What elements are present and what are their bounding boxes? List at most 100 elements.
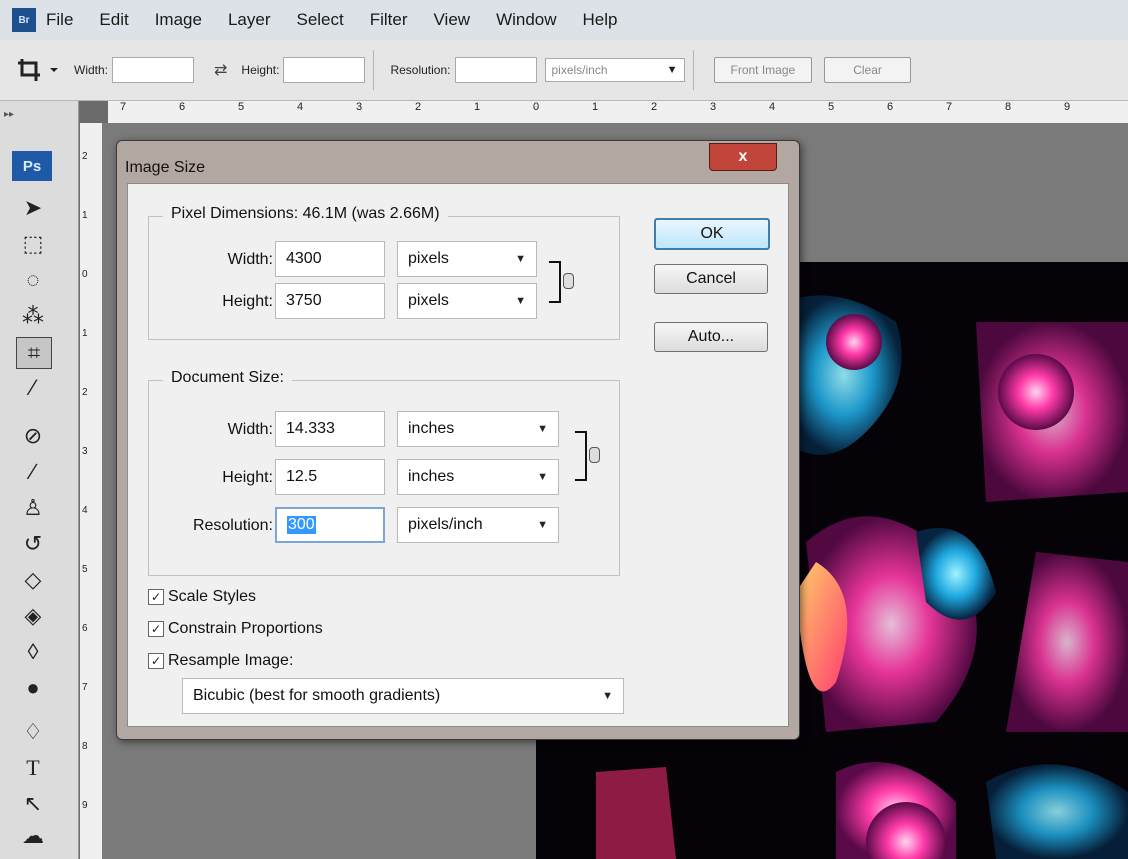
document-height-input[interactable]: 12.5: [275, 459, 385, 495]
scale-styles-label: Scale Styles: [168, 588, 257, 605]
chain-link-icon: [563, 273, 574, 289]
constrain-proportions-checkbox[interactable]: ✓: [148, 621, 164, 637]
options-height-input[interactable]: [283, 57, 366, 83]
magic-wand-icon[interactable]: ⁂: [16, 301, 50, 331]
resolution-unit-select[interactable]: pixels/inch ▼: [397, 507, 559, 543]
ruler-tick-label: 1: [474, 101, 481, 113]
ruler-tick-label: 7: [120, 101, 127, 113]
document-width-label: Width:: [227, 421, 273, 438]
scale-styles-checkbox-row[interactable]: ✓ Scale Styles: [148, 588, 256, 606]
dialog-body: Pixel Dimensions: 46.1M (was 2.66M) Widt…: [127, 183, 789, 727]
pixel-height-unit-select[interactable]: pixels ▼: [397, 283, 537, 319]
resample-image-checkbox-row[interactable]: ✓ Resample Image:: [148, 652, 293, 670]
path-selection-icon[interactable]: ↖: [16, 789, 50, 819]
pixel-width-unit-value: pixels: [408, 250, 449, 267]
menu-view[interactable]: View: [434, 10, 471, 30]
document-size-legend: Document Size:: [163, 369, 292, 387]
options-resolution-input[interactable]: [454, 57, 537, 83]
resample-method-select[interactable]: Bicubic (best for smooth gradients) ▼: [182, 678, 624, 714]
cancel-button[interactable]: Cancel: [654, 264, 768, 294]
brush-icon[interactable]: ∕: [16, 457, 50, 487]
options-width-input[interactable]: [112, 57, 195, 83]
pixel-width-input[interactable]: 4300: [275, 241, 385, 277]
resample-image-checkbox[interactable]: ✓: [148, 653, 164, 669]
shape-tool-icon[interactable]: ☁: [16, 821, 50, 851]
options-width-label: Width:: [74, 63, 109, 77]
ruler-tick-label: 9: [82, 800, 88, 811]
menu-edit[interactable]: Edit: [99, 10, 128, 30]
chevron-down-icon: ▼: [515, 295, 526, 307]
blur-icon[interactable]: ◊: [16, 637, 50, 667]
ruler-tick-label: 0: [82, 269, 88, 280]
document-height-unit-select[interactable]: inches ▼: [397, 459, 559, 495]
close-button[interactable]: x: [709, 143, 777, 171]
crop-tool-icon[interactable]: ⌗: [16, 337, 52, 369]
paint-bucket-icon[interactable]: ◈: [16, 601, 50, 631]
resolution-value-selected: 300: [287, 516, 316, 534]
menu-select[interactable]: Select: [296, 10, 343, 30]
ruler-tick-label: 4: [82, 505, 88, 516]
ruler-tick-label: 5: [82, 564, 88, 575]
history-brush-icon[interactable]: ↺: [16, 529, 50, 559]
eraser-icon[interactable]: ◇: [16, 565, 50, 595]
ruler-tick-label: 5: [238, 101, 245, 113]
close-icon: x: [738, 148, 748, 165]
document-width-input[interactable]: 14.333: [275, 411, 385, 447]
eyedropper-icon[interactable]: ⁄: [16, 373, 50, 403]
options-resolution-unit-select[interactable]: pixels/inch ▼: [544, 58, 685, 82]
ruler-tick-label: 1: [82, 328, 88, 339]
swap-dimensions-icon[interactable]: ⇄: [214, 60, 227, 80]
menu-help[interactable]: Help: [583, 10, 618, 30]
auto-button[interactable]: Auto...: [654, 322, 768, 352]
menu-window[interactable]: Window: [496, 10, 556, 30]
move-tool-icon[interactable]: ➤: [16, 193, 50, 223]
document-width-unit-value: inches: [408, 420, 455, 437]
pixel-width-unit-select[interactable]: pixels ▼: [397, 241, 537, 277]
pixel-dimensions-legend: Pixel Dimensions: 46.1M (was 2.66M): [163, 205, 448, 223]
bridge-logo-icon[interactable]: Br: [12, 8, 36, 32]
ruler-tick-label: 2: [82, 151, 88, 162]
menu-image[interactable]: Image: [155, 10, 202, 30]
pixel-height-input[interactable]: 3750: [275, 283, 385, 319]
menu-file[interactable]: File: [46, 10, 73, 30]
ruler-tick-label: 1: [592, 101, 599, 113]
resolution-label: Resolution:: [192, 517, 273, 534]
menu-layer[interactable]: Layer: [228, 10, 271, 30]
front-image-button[interactable]: Front Image: [713, 57, 813, 83]
ruler-tick-label: 9: [1064, 101, 1071, 113]
document-height-label: Height:: [222, 469, 273, 486]
ruler-tick-label: 4: [297, 101, 304, 113]
marquee-tool-icon[interactable]: ⬚: [16, 229, 50, 259]
lasso-tool-icon[interactable]: ◌: [16, 265, 50, 295]
dodge-icon[interactable]: ●: [16, 673, 50, 703]
resample-image-label: Resample Image:: [168, 652, 294, 669]
resolution-input[interactable]: 300: [275, 507, 385, 543]
pixel-height-label: Height:: [222, 293, 273, 310]
constrain-proportions-label: Constrain Proportions: [168, 620, 323, 637]
vertical-ruler: 2 1 0 1 2 3 4 5 6 7 8 9: [80, 123, 103, 859]
horizontal-ruler: 7 6 5 4 3 2 1 0 1 2 3 4 5 6 7 8 9: [108, 101, 1128, 124]
ok-button[interactable]: OK: [654, 218, 770, 250]
crop-tool-preset-icon[interactable]: [16, 55, 66, 85]
ruler-tick-label: 5: [828, 101, 835, 113]
photoshop-logo-icon: Ps: [12, 151, 52, 181]
clear-button[interactable]: Clear: [824, 57, 911, 83]
ruler-tick-label: 2: [415, 101, 422, 113]
chevron-down-icon: ▼: [537, 519, 548, 531]
constrain-proportions-checkbox-row[interactable]: ✓ Constrain Proportions: [148, 620, 323, 638]
menu-bar: Br File Edit Image Layer Select Filter V…: [0, 0, 1128, 40]
scale-styles-checkbox[interactable]: ✓: [148, 589, 164, 605]
clone-stamp-icon[interactable]: ♙: [16, 493, 50, 523]
pen-icon[interactable]: ♢: [16, 717, 50, 747]
panel-collapse-icon[interactable]: ▸▸: [4, 109, 14, 120]
options-divider: [373, 50, 375, 90]
ruler-tick-label: 6: [887, 101, 894, 113]
ruler-tick-label: 7: [946, 101, 953, 113]
ruler-tick-label: 7: [82, 682, 88, 693]
resolution-unit-value: pixels/inch: [408, 516, 483, 533]
type-tool-icon[interactable]: T: [16, 753, 50, 783]
document-width-unit-select[interactable]: inches ▼: [397, 411, 559, 447]
menu-filter[interactable]: Filter: [370, 10, 408, 30]
ruler-tick-label: 8: [1005, 101, 1012, 113]
healing-brush-icon[interactable]: ⊘: [16, 421, 50, 451]
